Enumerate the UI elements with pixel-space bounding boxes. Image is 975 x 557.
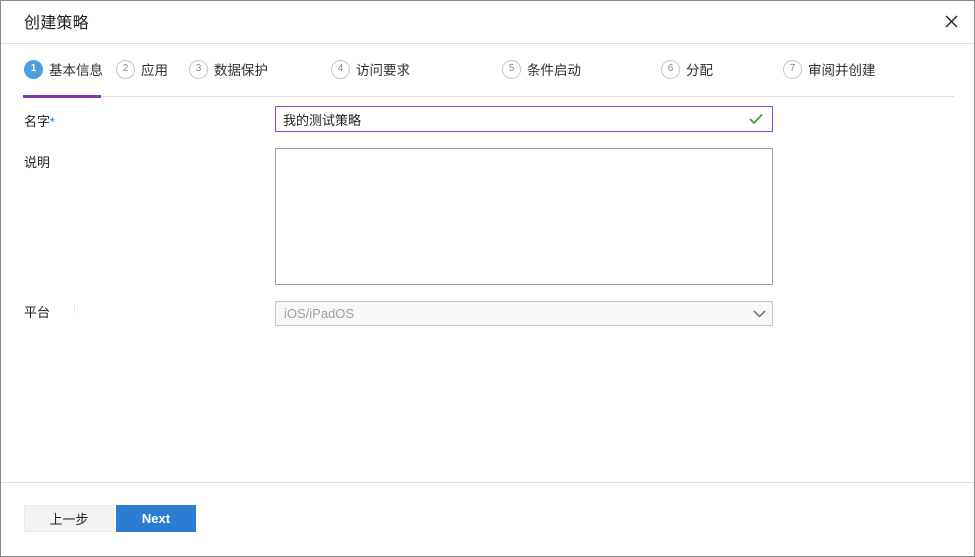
- close-icon: [945, 15, 957, 27]
- wizard-step-label: 基本信息: [49, 63, 103, 78]
- wizard-step-7[interactable]: 7 审阅并创建: [783, 51, 876, 87]
- chevron-down-icon: [746, 310, 772, 318]
- wizard-step-5[interactable]: 5 条件启动: [502, 51, 581, 87]
- platform-selected-value: iOS/iPadOS: [284, 306, 355, 321]
- platform-select[interactable]: iOS/iPadOS: [275, 301, 773, 326]
- wizard-step-label: 审阅并创建: [808, 63, 876, 78]
- description-field-label: 说明: [24, 155, 51, 170]
- step-number-badge: 6: [661, 59, 680, 79]
- step-number-badge: 5: [502, 59, 521, 79]
- platform-field-label: 平台: [24, 305, 51, 320]
- step-number-badge: 2: [116, 59, 135, 79]
- wizard-steps: 1 基本信息 2 应用 3 数据保护 4 访问要求 5 条件启动 6 分配 7 …: [1, 45, 974, 98]
- dialog-header: 创建策略: [1, 1, 974, 44]
- wizard-step-label: 应用: [141, 63, 168, 78]
- name-label-text: 名字: [24, 114, 51, 129]
- wizard-step-label: 数据保护: [214, 63, 268, 78]
- wizard-step-1[interactable]: 1 基本信息: [24, 51, 103, 87]
- policy-description-textarea[interactable]: [275, 148, 773, 285]
- wizard-step-4[interactable]: 4 访问要求: [331, 51, 410, 87]
- close-button[interactable]: [934, 4, 968, 38]
- create-policy-dialog: 创建策略 1 基本信息 2 应用 3 数据保护 4 访问要求 5 条件启动 6 …: [0, 0, 975, 557]
- step-number-badge: 3: [189, 59, 208, 79]
- required-asterisk: *: [50, 115, 55, 129]
- step-number-badge: 1: [24, 59, 43, 79]
- name-field-label: 名字*: [24, 111, 55, 130]
- previous-button[interactable]: 上一步: [24, 505, 114, 532]
- form-body: 名字* 说明 平台 iOS/iPadOS: [1, 97, 974, 480]
- wizard-step-label: 分配: [686, 63, 713, 78]
- dialog-footer: 上一步 Next: [1, 482, 974, 556]
- wizard-step-label: 条件启动: [527, 63, 581, 78]
- wizard-step-3[interactable]: 3 数据保护: [189, 51, 268, 87]
- platform-info-marker: [74, 304, 75, 313]
- page-title: 创建策略: [24, 15, 89, 32]
- step-number-badge: 4: [331, 59, 350, 79]
- wizard-step-label: 访问要求: [356, 63, 410, 78]
- policy-name-input[interactable]: [275, 106, 773, 132]
- next-button[interactable]: Next: [116, 505, 196, 532]
- step-number-badge: 7: [783, 59, 802, 79]
- wizard-step-2[interactable]: 2 应用: [116, 51, 168, 87]
- wizard-step-6[interactable]: 6 分配: [661, 51, 713, 87]
